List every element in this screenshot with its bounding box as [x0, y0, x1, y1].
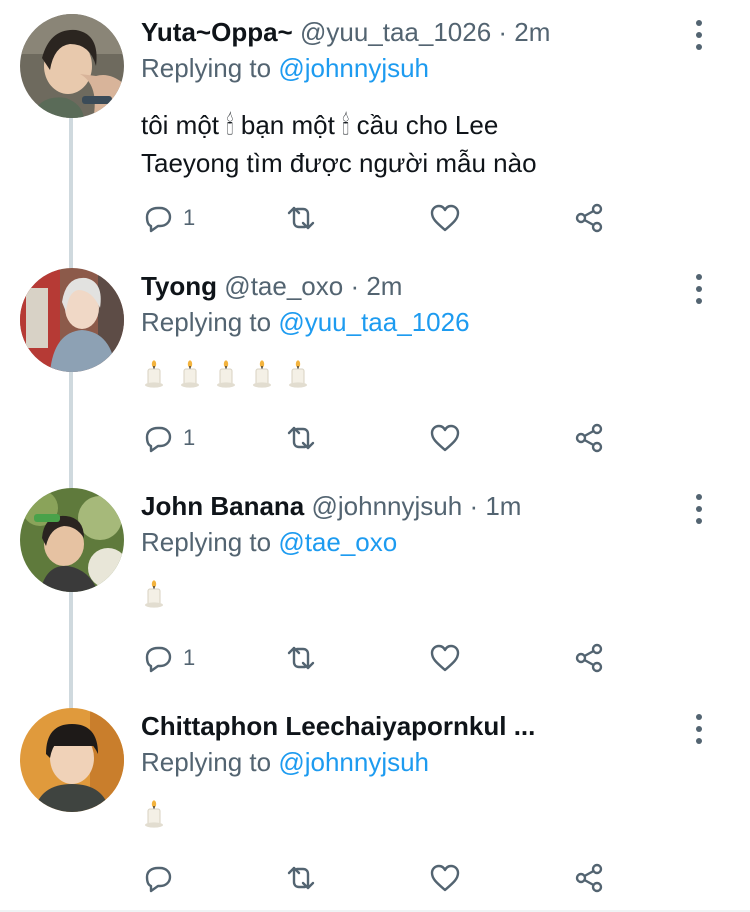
retweet-button[interactable] — [285, 200, 317, 236]
mention-link[interactable]: @johnnyjsuh — [278, 53, 429, 83]
replying-to-label: Replying to — [141, 527, 272, 557]
tweet-actions: 1 — [141, 420, 621, 456]
author-name[interactable]: Tyong — [141, 271, 217, 301]
like-button[interactable] — [429, 200, 461, 236]
share-button[interactable] — [573, 200, 605, 236]
mention-link[interactable]: @yuu_taa_1026 — [278, 307, 469, 337]
heart-icon — [430, 644, 460, 672]
share-icon — [575, 203, 603, 233]
reply-button[interactable]: 1 — [141, 420, 195, 456]
avatar[interactable] — [20, 488, 124, 592]
tweet-text: tôi một 🕯 bạn một 🕯 cầu cho Lee Taeyong … — [141, 106, 701, 182]
reply-icon — [145, 866, 172, 893]
tweet[interactable]: Yuta~Oppa~ @yuu_taa_1026 · 2m Replying t… — [0, 14, 750, 254]
replying-to-label: Replying to — [141, 53, 272, 83]
timestamp[interactable]: · 2m — [498, 17, 550, 47]
author-name[interactable]: Yuta~Oppa~ — [141, 17, 293, 47]
reply-count: 1 — [183, 425, 196, 450]
reply-button[interactable]: 1 — [141, 200, 195, 236]
avatar[interactable] — [20, 708, 124, 812]
heart-icon — [430, 204, 460, 232]
share-button[interactable] — [573, 640, 605, 676]
more-vertical-icon[interactable] — [692, 714, 706, 744]
retweet-icon — [287, 206, 315, 230]
tweet-actions: 1 — [141, 200, 621, 236]
reply-icon — [145, 206, 172, 233]
more-vertical-icon[interactable] — [692, 274, 706, 304]
candle-emoji-icon — [213, 360, 239, 388]
retweet-icon — [287, 426, 315, 450]
replying-to: Replying to @tae_oxo — [141, 524, 397, 560]
tweet-header: Chittaphon Leechaiyapornkul ... — [141, 708, 690, 744]
candle-emoji-icon — [285, 360, 311, 388]
replying-to-label: Replying to — [141, 747, 272, 777]
candle-emojis — [141, 360, 701, 388]
author-name[interactable]: John Banana — [141, 491, 304, 521]
timestamp[interactable]: · 1m — [469, 491, 521, 521]
candle-emoji-icon — [141, 360, 167, 388]
retweet-icon — [287, 866, 315, 890]
replying-to: Replying to @yuu_taa_1026 — [141, 304, 470, 340]
candle-emoji-icon — [177, 360, 203, 388]
share-button[interactable] — [573, 420, 605, 456]
heart-icon — [430, 424, 460, 452]
reply-icon — [145, 426, 172, 453]
tweet-text-line: Taeyong tìm được người mẫu nào — [141, 148, 537, 178]
replying-to-label: Replying to — [141, 307, 272, 337]
share-icon — [575, 423, 603, 453]
tweet[interactable]: Chittaphon Leechaiyapornkul ... Replying… — [0, 708, 750, 908]
tweet[interactable]: John Banana @johnnyjsuh · 1m Replying to… — [0, 488, 750, 698]
candle-emojis — [141, 580, 701, 608]
more-vertical-icon[interactable] — [692, 20, 706, 50]
retweet-button[interactable] — [285, 420, 317, 456]
heart-icon — [430, 864, 460, 892]
tweet-actions — [141, 860, 621, 896]
timestamp[interactable]: · 2m — [350, 271, 402, 301]
reply-count: 1 — [183, 645, 196, 670]
avatar[interactable] — [20, 14, 124, 118]
replying-to: Replying to @johnnyjsuh — [141, 50, 429, 86]
reply-button[interactable]: 1 — [141, 640, 195, 676]
tweet-actions: 1 — [141, 640, 621, 676]
like-button[interactable] — [429, 420, 461, 456]
candle-emoji-icon — [249, 360, 275, 388]
retweet-button[interactable] — [285, 640, 317, 676]
candle-emoji-icon — [141, 580, 167, 608]
candle-emojis — [141, 800, 701, 828]
author-handle[interactable]: @tae_oxo — [224, 271, 343, 301]
tweet-header: Yuta~Oppa~ @yuu_taa_1026 · 2m — [141, 14, 690, 50]
tweet-text-line: tôi một 🕯 bạn một 🕯 cầu cho Lee — [141, 110, 499, 140]
tweet-header: John Banana @johnnyjsuh · 1m — [141, 488, 690, 524]
like-button[interactable] — [429, 640, 461, 676]
reply-count: 1 — [183, 205, 196, 230]
like-button[interactable] — [429, 860, 461, 896]
reply-icon — [145, 646, 172, 673]
retweet-button[interactable] — [285, 860, 317, 896]
author-name[interactable]: Chittaphon Leechaiyapornkul ... — [141, 711, 535, 741]
author-handle[interactable]: @yuu_taa_1026 — [300, 17, 491, 47]
author-handle[interactable]: @johnnyjsuh — [311, 491, 462, 521]
candle-emoji-icon — [141, 800, 167, 828]
share-icon — [575, 863, 603, 893]
share-button[interactable] — [573, 860, 605, 896]
tweet[interactable]: Tyong @tae_oxo · 2m Replying to @yuu_taa… — [0, 268, 750, 478]
reply-button[interactable] — [141, 860, 183, 896]
replying-to: Replying to @johnnyjsuh — [141, 744, 429, 780]
more-vertical-icon[interactable] — [692, 494, 706, 524]
tweet-header: Tyong @tae_oxo · 2m — [141, 268, 690, 304]
avatar[interactable] — [20, 268, 124, 372]
retweet-icon — [287, 646, 315, 670]
share-icon — [575, 643, 603, 673]
mention-link[interactable]: @johnnyjsuh — [278, 747, 429, 777]
mention-link[interactable]: @tae_oxo — [278, 527, 397, 557]
